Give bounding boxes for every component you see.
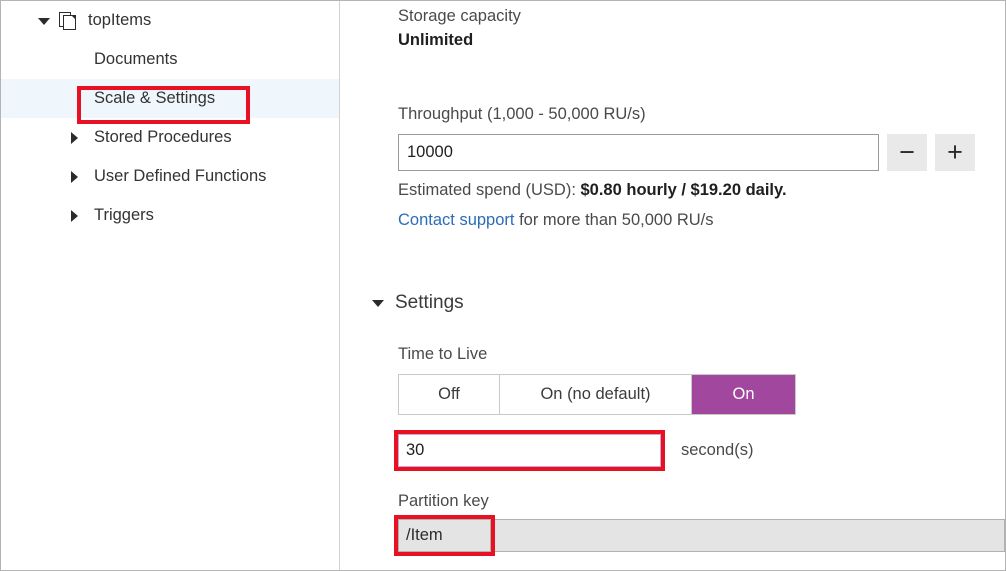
- throughput-decrease-button[interactable]: −: [887, 134, 927, 171]
- tree-item-label: Documents: [94, 50, 177, 69]
- partition-key-field-remainder: [491, 519, 1005, 552]
- ttl-units-label: second(s): [681, 441, 753, 460]
- tree-item-scale-and-settings[interactable]: Scale & Settings: [1, 79, 339, 118]
- tree-item-triggers[interactable]: Triggers: [1, 196, 339, 235]
- chevron-right-icon[interactable]: [68, 131, 82, 145]
- chevron-down-icon[interactable]: [371, 296, 385, 310]
- tree-item-label: topItems: [88, 11, 151, 30]
- minus-icon: −: [887, 134, 927, 171]
- collection-icon: [59, 10, 79, 31]
- contact-support-link[interactable]: Contact support: [398, 211, 514, 229]
- tree-item-label: Stored Procedures: [94, 128, 232, 147]
- throughput-control-row: − +: [398, 134, 975, 171]
- ttl-option-on-no-default[interactable]: On (no default): [500, 375, 692, 414]
- chevron-right-icon[interactable]: [68, 209, 82, 223]
- chevron-down-icon[interactable]: [37, 14, 51, 28]
- tree-item-stored-procedures[interactable]: Stored Procedures: [1, 118, 339, 157]
- partition-key-row: /Item: [398, 519, 1005, 552]
- contact-support-line: Contact support for more than 50,000 RU/…: [398, 211, 714, 230]
- ttl-value-row: second(s): [398, 434, 753, 467]
- tree-item-topitems[interactable]: topItems: [1, 1, 339, 40]
- contact-support-suffix: for more than 50,000 RU/s: [514, 211, 713, 229]
- throughput-label: Throughput (1,000 - 50,000 RU/s): [398, 105, 646, 124]
- tree-item-label: Scale & Settings: [94, 89, 215, 108]
- plus-icon: +: [935, 134, 975, 171]
- time-to-live-label: Time to Live: [398, 345, 487, 364]
- settings-section-header[interactable]: Settings: [371, 292, 464, 314]
- partition-key-label: Partition key: [398, 492, 489, 511]
- tree-item-label: Triggers: [94, 206, 154, 225]
- resource-tree-panel: topItems Documents Scale & Settings Stor…: [1, 1, 340, 570]
- ttl-option-on[interactable]: On: [692, 375, 795, 414]
- ttl-seconds-input[interactable]: [398, 434, 661, 467]
- estimated-spend-value: $0.80 hourly / $19.20 daily.: [580, 181, 786, 199]
- ttl-option-off[interactable]: Off: [399, 375, 500, 414]
- storage-capacity-value: Unlimited: [398, 28, 521, 53]
- settings-content-panel: Storage capacity Unlimited Throughput (1…: [341, 1, 1005, 570]
- settings-section-title: Settings: [395, 292, 464, 314]
- storage-capacity-block: Storage capacity Unlimited: [398, 5, 521, 53]
- storage-capacity-label: Storage capacity: [398, 5, 521, 28]
- scale-and-settings-window: topItems Documents Scale & Settings Stor…: [0, 0, 1006, 571]
- tree-item-label: User Defined Functions: [94, 167, 266, 186]
- tree-item-user-defined-functions[interactable]: User Defined Functions: [1, 157, 339, 196]
- throughput-input[interactable]: [398, 134, 879, 171]
- time-to-live-toggle-group: Off On (no default) On: [398, 374, 796, 415]
- estimated-spend-label: Estimated spend (USD):: [398, 181, 580, 199]
- chevron-right-icon[interactable]: [68, 170, 82, 184]
- estimated-spend-line: Estimated spend (USD): $0.80 hourly / $1…: [398, 181, 787, 200]
- tree-item-documents[interactable]: Documents: [1, 40, 339, 79]
- partition-key-value: /Item: [398, 519, 491, 552]
- throughput-increase-button[interactable]: +: [935, 134, 975, 171]
